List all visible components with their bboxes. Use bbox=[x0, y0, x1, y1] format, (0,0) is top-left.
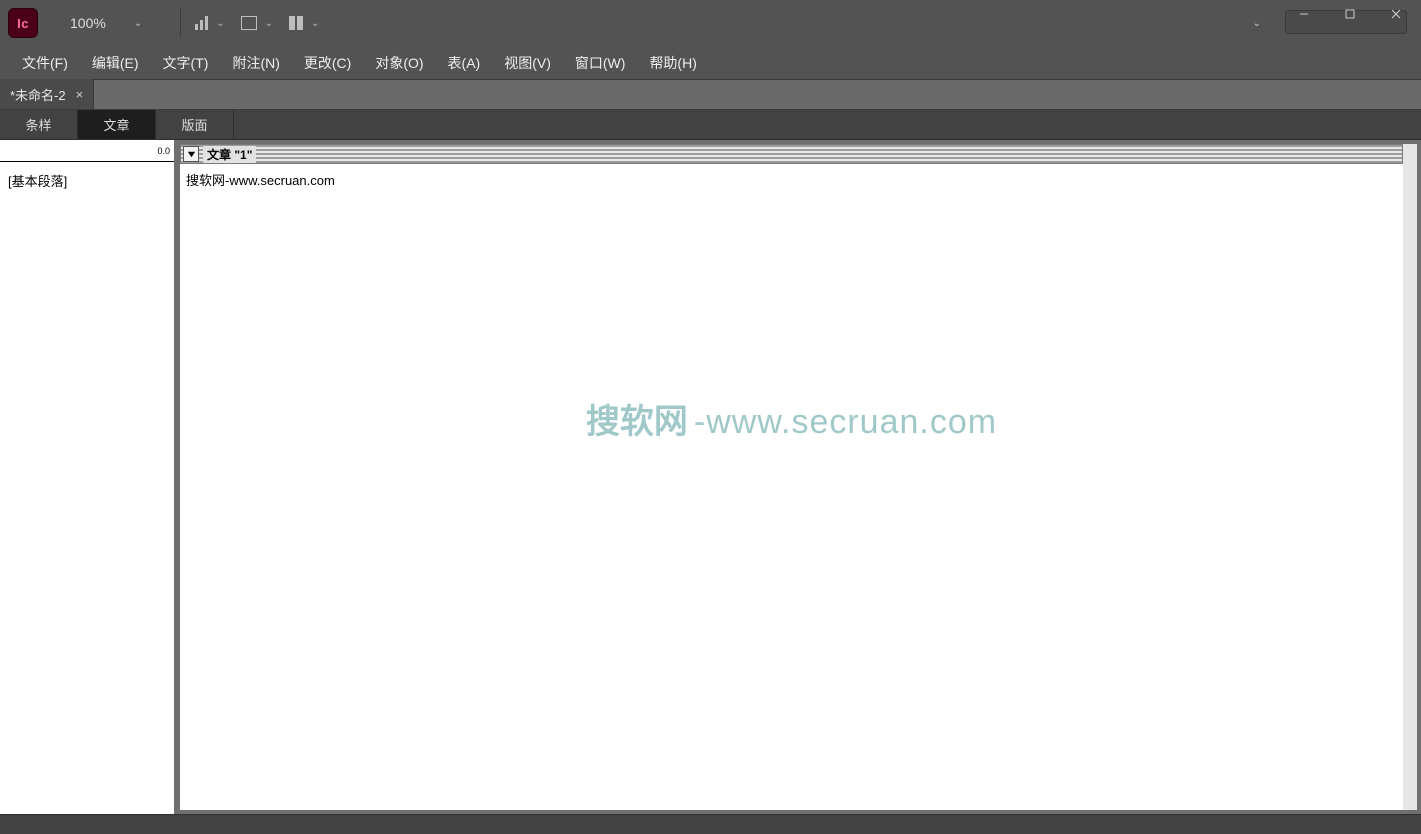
maximize-button[interactable] bbox=[1327, 0, 1373, 28]
tab-story[interactable]: 文章 bbox=[78, 110, 156, 139]
document-tab-title: *未命名-2 bbox=[10, 85, 66, 104]
story-panel: 文章 "1" 搜软网-www.secruan.com 搜软网-www.secru… bbox=[180, 140, 1421, 814]
tab-style[interactable]: 条样 bbox=[0, 110, 78, 139]
menu-help[interactable]: 帮助(H) bbox=[637, 46, 708, 79]
watermark-text-b: -www.secruan.com bbox=[694, 403, 997, 441]
app-logo[interactable]: Ic bbox=[8, 8, 38, 38]
paragraph-style-row[interactable]: [基本段落] bbox=[8, 170, 166, 190]
view-mode-columns-button[interactable]: ⌄ bbox=[283, 9, 325, 37]
document-tab[interactable]: *未命名-2 × bbox=[0, 79, 94, 109]
frame-icon bbox=[241, 16, 257, 30]
toolbar-separator bbox=[180, 9, 181, 37]
story-header-bar[interactable]: 文章 "1" bbox=[180, 144, 1403, 164]
triangle-down-icon bbox=[187, 150, 196, 159]
zoom-dropdown[interactable]: 100% ⌄ bbox=[70, 15, 142, 31]
menu-edit[interactable]: 编辑(E) bbox=[80, 46, 151, 79]
chevron-down-icon: ⌄ bbox=[1253, 18, 1261, 29]
maximize-icon bbox=[1345, 9, 1355, 19]
watermark-text-a: 搜软网 bbox=[586, 403, 688, 441]
close-button[interactable] bbox=[1373, 0, 1419, 28]
chevron-down-icon: ⌄ bbox=[134, 18, 142, 29]
tab-layout[interactable]: 版面 bbox=[156, 110, 234, 139]
paragraph-style-name: [基本段落] bbox=[8, 171, 67, 190]
view-tabs: 条样 文章 版面 bbox=[0, 110, 1421, 140]
menu-changes[interactable]: 更改(C) bbox=[292, 46, 363, 79]
collapse-toggle[interactable] bbox=[183, 146, 199, 162]
bars-icon bbox=[195, 16, 208, 30]
story-column: 文章 "1" 搜软网-www.secruan.com 搜软网-www.secru… bbox=[180, 144, 1403, 810]
minimize-icon bbox=[1299, 9, 1309, 19]
minimize-button[interactable] bbox=[1281, 0, 1327, 28]
content-area: 0.0 [基本段落] 文章 "1" 搜软网-www.secruan.com bbox=[0, 140, 1421, 814]
workspace-switcher[interactable]: ⌄ bbox=[1235, 0, 1271, 46]
menu-object[interactable]: 对象(O) bbox=[363, 46, 435, 79]
app-logo-text: Ic bbox=[17, 16, 29, 31]
menu-type[interactable]: 文字(T) bbox=[151, 46, 221, 79]
status-bar bbox=[0, 814, 1421, 834]
chevron-down-icon: ⌄ bbox=[265, 18, 273, 29]
menu-table[interactable]: 表(A) bbox=[436, 46, 493, 79]
vertical-scrollbar[interactable] bbox=[1403, 144, 1417, 810]
menu-view[interactable]: 视图(V) bbox=[492, 46, 563, 79]
depth-ruler: 0.0 bbox=[0, 140, 174, 162]
close-icon bbox=[1391, 9, 1401, 19]
window-controls bbox=[1281, 0, 1421, 28]
document-tab-bar: *未命名-2 × bbox=[0, 80, 1421, 110]
view-mode-bars-button[interactable]: ⌄ bbox=[189, 9, 230, 37]
story-header-label: 文章 "1" bbox=[203, 146, 256, 163]
styles-list[interactable]: [基本段落] bbox=[0, 162, 174, 814]
view-mode-frame-button[interactable]: ⌄ bbox=[235, 9, 279, 37]
story-text[interactable]: 搜软网-www.secruan.com bbox=[186, 173, 335, 188]
watermark: 搜软网-www.secruan.com bbox=[586, 394, 997, 443]
menu-file[interactable]: 文件(F) bbox=[10, 46, 80, 79]
styles-panel: 0.0 [基本段落] bbox=[0, 140, 180, 814]
close-tab-icon[interactable]: × bbox=[76, 87, 84, 102]
chevron-down-icon: ⌄ bbox=[311, 18, 319, 29]
menu-bar: 文件(F) 编辑(E) 文字(T) 附注(N) 更改(C) 对象(O) 表(A)… bbox=[0, 46, 1421, 80]
menu-window[interactable]: 窗口(W) bbox=[563, 46, 638, 79]
columns-icon bbox=[289, 16, 303, 30]
story-editor[interactable]: 搜软网-www.secruan.com 搜软网-www.secruan.com bbox=[180, 164, 1403, 810]
ruler-value: 0.0 bbox=[157, 146, 170, 156]
chevron-down-icon: ⌄ bbox=[216, 18, 224, 29]
zoom-value: 100% bbox=[70, 15, 106, 31]
app-toolbar: Ic 100% ⌄ ⌄ ⌄ ⌄ ⌄ bbox=[0, 0, 1421, 46]
menu-notes[interactable]: 附注(N) bbox=[220, 46, 291, 79]
